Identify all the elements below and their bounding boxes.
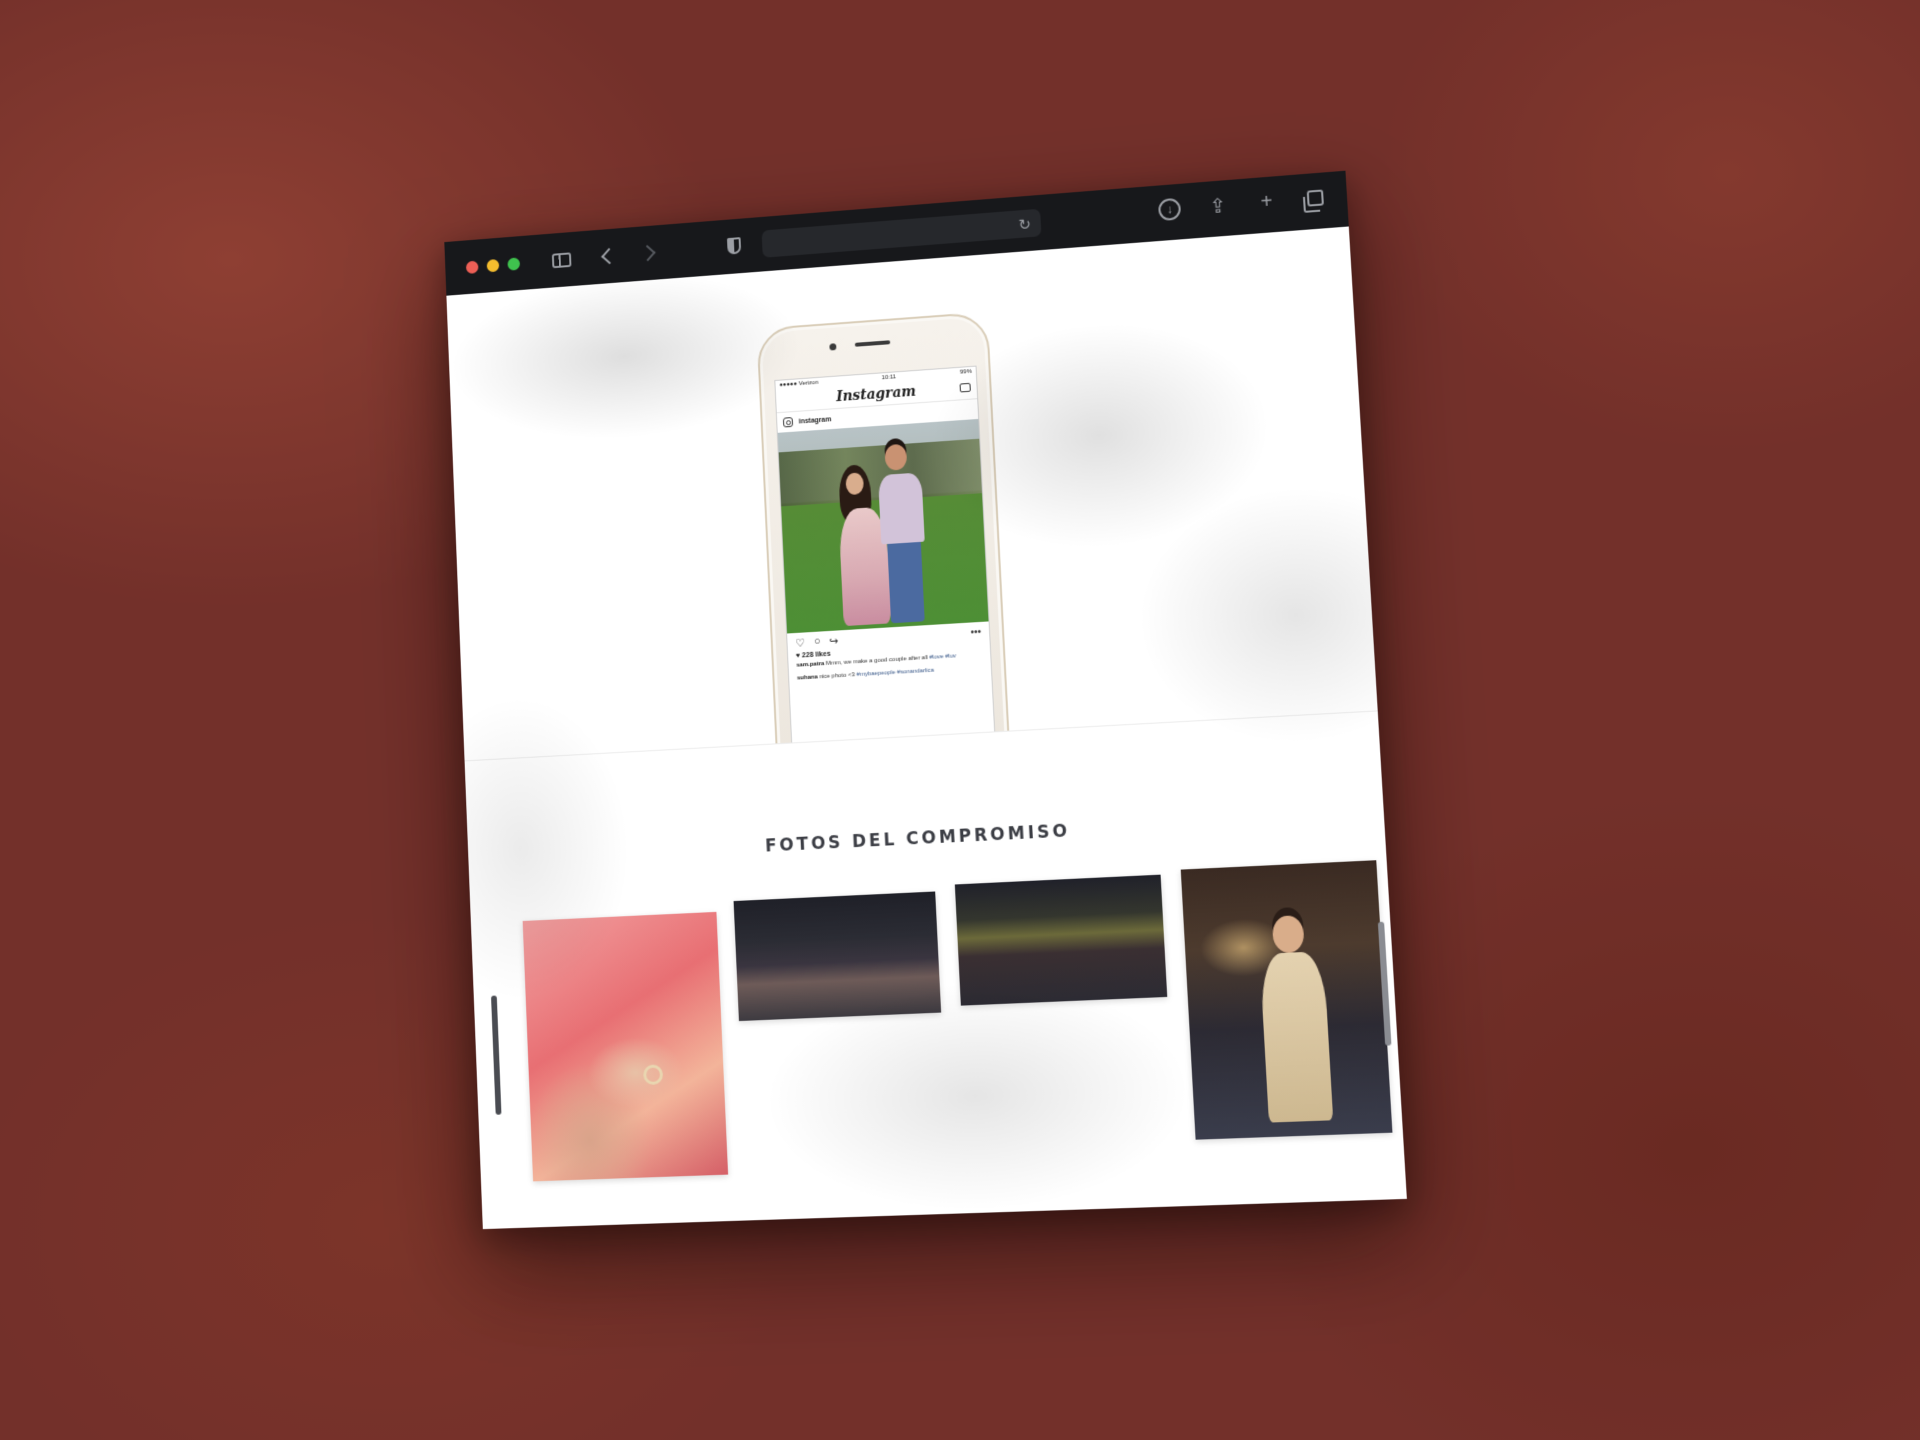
comment-icon: ○ <box>813 635 821 648</box>
new-tab-icon[interactable]: + <box>1255 190 1279 214</box>
phone-mockup: ●●●●● Verizon 10:11 99% Instagram instag… <box>756 311 1012 762</box>
phone-camera <box>829 343 837 351</box>
scene-background: ↻ ↓ ⇪ + ●●●●● Verizon 10:11 99% Instagra… <box>0 0 1920 1440</box>
close-window-button[interactable] <box>465 260 479 274</box>
more-icon: ••• <box>970 626 982 638</box>
page-content: ●●●●● Verizon 10:11 99% Instagram instag… <box>446 226 1407 1230</box>
gallery-photo-groom[interactable] <box>1180 860 1393 1140</box>
gallery-photo-ring[interactable] <box>522 911 729 1182</box>
post-username: instagram <box>798 415 832 425</box>
instagram-logo: Instagram <box>835 383 917 406</box>
share-arrow-icon: ↪ <box>828 634 839 648</box>
shield-icon[interactable] <box>726 237 742 255</box>
browser-window: ↻ ↓ ⇪ + ●●●●● Verizon 10:11 99% Instagra… <box>444 170 1407 1230</box>
address-bar[interactable]: ↻ <box>761 208 1042 258</box>
maximize-window-button[interactable] <box>507 256 521 271</box>
gallery-title: FOTOS DEL COMPROMISO <box>764 821 1071 857</box>
heart-icon: ♡ <box>795 636 806 650</box>
traffic-lights <box>465 256 521 274</box>
post-photo <box>777 418 989 634</box>
toolbar-actions: ↓ ⇪ + <box>1157 186 1327 222</box>
reload-icon[interactable]: ↻ <box>1018 215 1031 234</box>
minimize-window-button[interactable] <box>486 258 500 272</box>
instagram-hero-section: ●●●●● Verizon 10:11 99% Instagram instag… <box>446 226 1378 762</box>
instagram-icon <box>782 417 794 428</box>
tabs-overview-icon[interactable] <box>1303 186 1327 210</box>
inbox-icon <box>959 382 971 393</box>
gallery-photo-group-dance[interactable] <box>733 891 942 1022</box>
time-label: 10:11 <box>881 374 897 382</box>
phone-speaker <box>854 340 891 347</box>
gallery-photo-friends[interactable] <box>954 874 1168 1006</box>
forward-icon[interactable] <box>639 244 656 262</box>
share-icon[interactable]: ⇪ <box>1206 194 1229 218</box>
download-icon[interactable]: ↓ <box>1157 197 1182 222</box>
engagement-gallery <box>471 860 1406 1211</box>
phone-screen: ●●●●● Verizon 10:11 99% Instagram instag… <box>774 365 998 762</box>
sidebar-icon[interactable] <box>551 251 572 268</box>
back-icon[interactable] <box>601 247 618 265</box>
battery-label: 99% <box>959 368 972 376</box>
